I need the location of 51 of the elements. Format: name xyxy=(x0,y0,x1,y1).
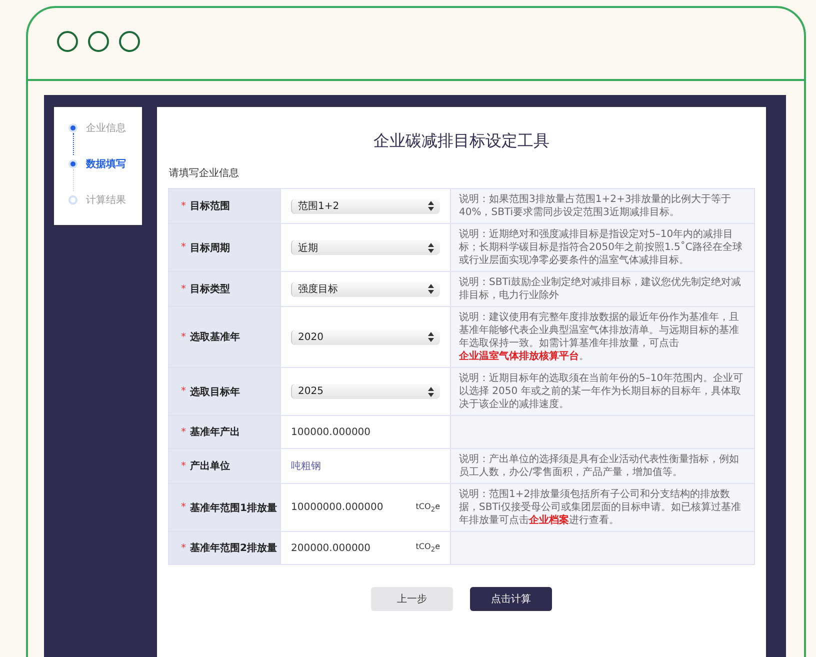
note-text: 说明：产出单位的选择须是具有企业活动代表性衡量指标，例如员工人数，办公/零售面积，产品产量，增加值等。 xyxy=(459,453,740,479)
step-label[interactable]: 数据填写 xyxy=(86,157,126,171)
window-control-icon[interactable] xyxy=(57,31,78,52)
required-mark: * xyxy=(181,386,186,397)
window-control-icon[interactable] xyxy=(88,31,109,52)
note-link[interactable]: 企业温室气体排放核算平台 xyxy=(459,351,579,362)
note-text: 说明：如果范围3排放量占范围1+2+3排放量的比例大于等于40%，SBTi要求需同步设定范围3近期减排目标。 xyxy=(459,193,732,219)
required-mark: * xyxy=(181,460,186,472)
required-mark: * xyxy=(181,502,186,513)
note-text: 说明：范围1+2排放量须包括所有子公司和分支结构的排放数据，SBTi仅接受母公司或集团层面的目标申请。如已核算过基准年排放量可点击企业档案进行查看。 xyxy=(459,488,742,527)
unit-label: tCO$_{2}$e xyxy=(416,542,440,554)
unit-value: 吨粗钢 xyxy=(291,460,321,473)
section-label: 请填写企业信息 xyxy=(169,166,239,180)
select-field[interactable]: 2025 xyxy=(291,384,440,399)
field-label: 基准年范围2排放量 xyxy=(190,542,277,555)
field-label: 目标类型 xyxy=(190,282,230,296)
page-title: 企业碳减排目标设定工具 xyxy=(374,131,550,152)
note-link[interactable]: 企业档案 xyxy=(529,515,569,526)
window-control-icon[interactable] xyxy=(119,31,140,52)
field-value: 200000.000000 xyxy=(291,542,371,554)
select-field[interactable]: 2020 xyxy=(291,330,440,344)
back-button[interactable]: 上一步 xyxy=(371,587,453,611)
dropdown-arrows-icon xyxy=(428,201,434,211)
dropdown-arrows-icon xyxy=(428,386,434,396)
field-value: 10000000.000000 xyxy=(291,502,384,513)
note-text: 说明：近期目标年的选取须在当前年份的5–10年范围内。企业可以选择 2050 年或之前的某一年作为长期目标的目标年，具体取决于该企业的减排速度。 xyxy=(459,372,744,411)
field-label: 目标周期 xyxy=(190,242,230,254)
field-label: 选取目标年 xyxy=(190,386,240,398)
dropdown-arrows-icon xyxy=(428,242,434,252)
unit-label: tCO$_{2}$e xyxy=(416,502,440,514)
field-label: 基准年范围1排放量 xyxy=(190,502,277,514)
required-mark: * xyxy=(181,332,186,342)
select-field[interactable]: 近期 xyxy=(291,240,440,255)
note-text: 说明：建议使用有完整年度排放数据的最近年份作为基准年，且基准年能够代表企业典型温室气体排放清单。与远期目标的基准年选取保持一致。如需计算基准年排放量，可点击 企业温室气体排放核算平台。 xyxy=(459,311,740,363)
dropdown-arrows-icon xyxy=(428,332,434,342)
required-mark: * xyxy=(181,542,186,554)
required-mark: * xyxy=(181,200,186,212)
note-text: 说明：SBTi鼓励企业制定绝对减排目标，建议您优先制定绝对减排目标，电力行业除外 xyxy=(459,276,742,302)
field-label: 基准年产出 xyxy=(190,426,240,439)
field-label: 产出单位 xyxy=(190,460,230,473)
required-mark: * xyxy=(181,426,186,438)
select-field[interactable]: 范围1+2 xyxy=(291,198,440,214)
calculate-button[interactable]: 点击计算 xyxy=(470,587,552,611)
select-field[interactable]: 强度目标 xyxy=(291,282,440,296)
field-label: 选取基准年 xyxy=(190,330,240,344)
required-mark: * xyxy=(181,242,186,253)
field-label: 目标范围 xyxy=(190,200,230,213)
dropdown-arrows-icon xyxy=(428,284,434,294)
note-text: 说明：近期绝对和强度减排目标是指设定对5–10年内的减排目标；长期科学碳目标是指符合2050年之前按照1.5˚C路径在全球或行业层面实现净零必要条件的温室气体减排目标。 xyxy=(459,228,744,267)
required-mark: * xyxy=(181,284,186,294)
field-value: 100000.000000 xyxy=(291,426,371,438)
